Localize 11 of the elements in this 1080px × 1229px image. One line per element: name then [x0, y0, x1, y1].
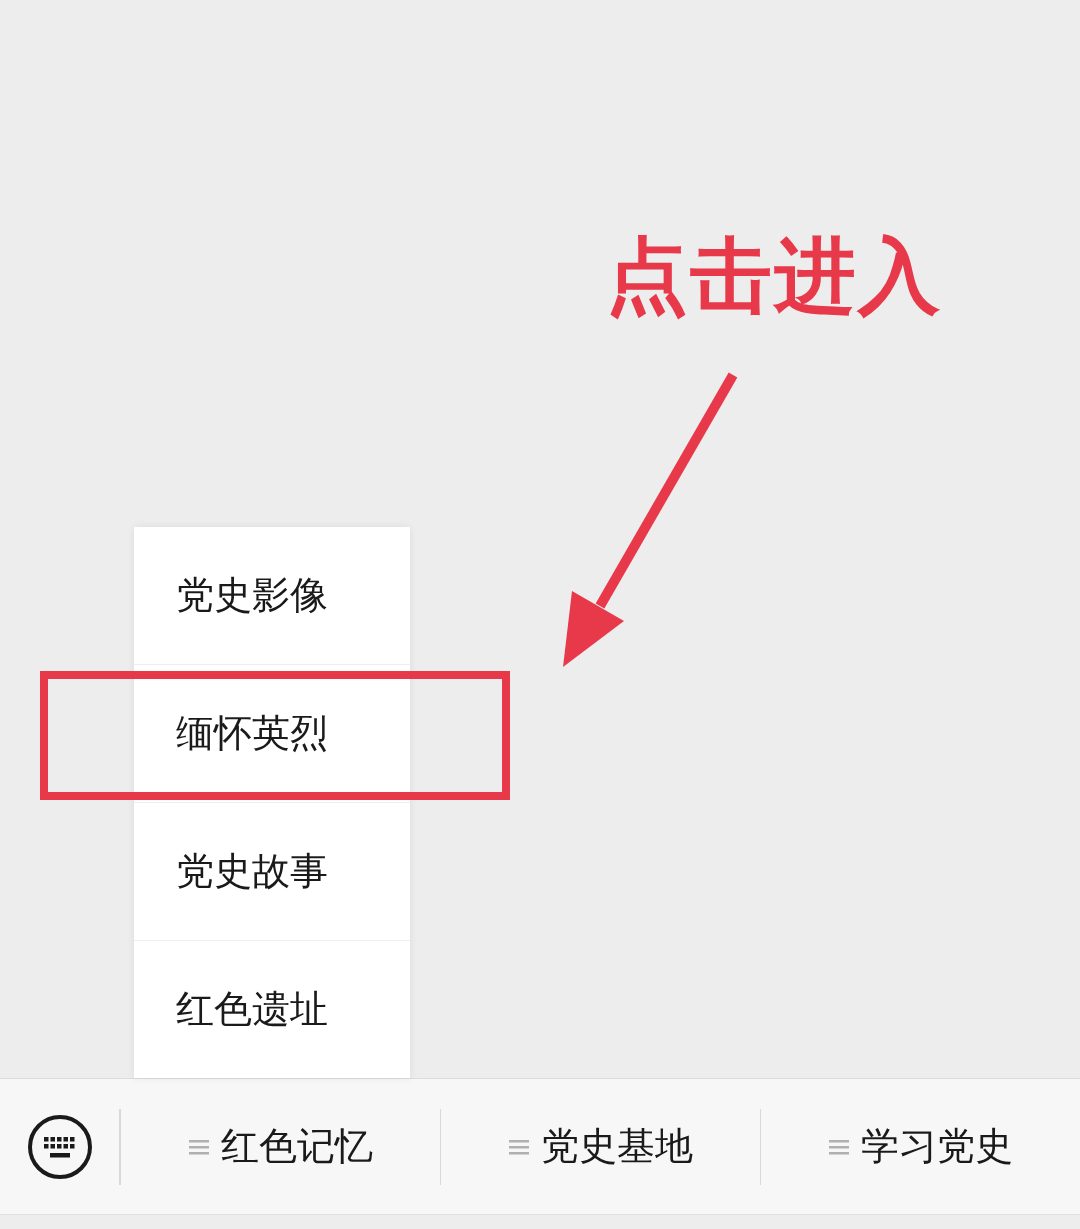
menu-button[interactable]: 党史基地	[540, 1121, 693, 1172]
menu-icon	[828, 1137, 849, 1156]
keyboard-icon[interactable]	[26, 1113, 93, 1180]
menu-item[interactable]: 党史影像	[134, 527, 410, 664]
menu-item[interactable]: 缅怀英烈	[134, 664, 410, 802]
menu-icon	[508, 1137, 529, 1156]
annotation-text: 点击进入	[606, 227, 942, 325]
menu-button[interactable]: 学习党史	[860, 1121, 1013, 1172]
menu-item[interactable]: 党史故事	[134, 802, 410, 940]
menu-icon	[188, 1137, 209, 1156]
menu-button[interactable]: 红色记忆	[220, 1121, 373, 1172]
